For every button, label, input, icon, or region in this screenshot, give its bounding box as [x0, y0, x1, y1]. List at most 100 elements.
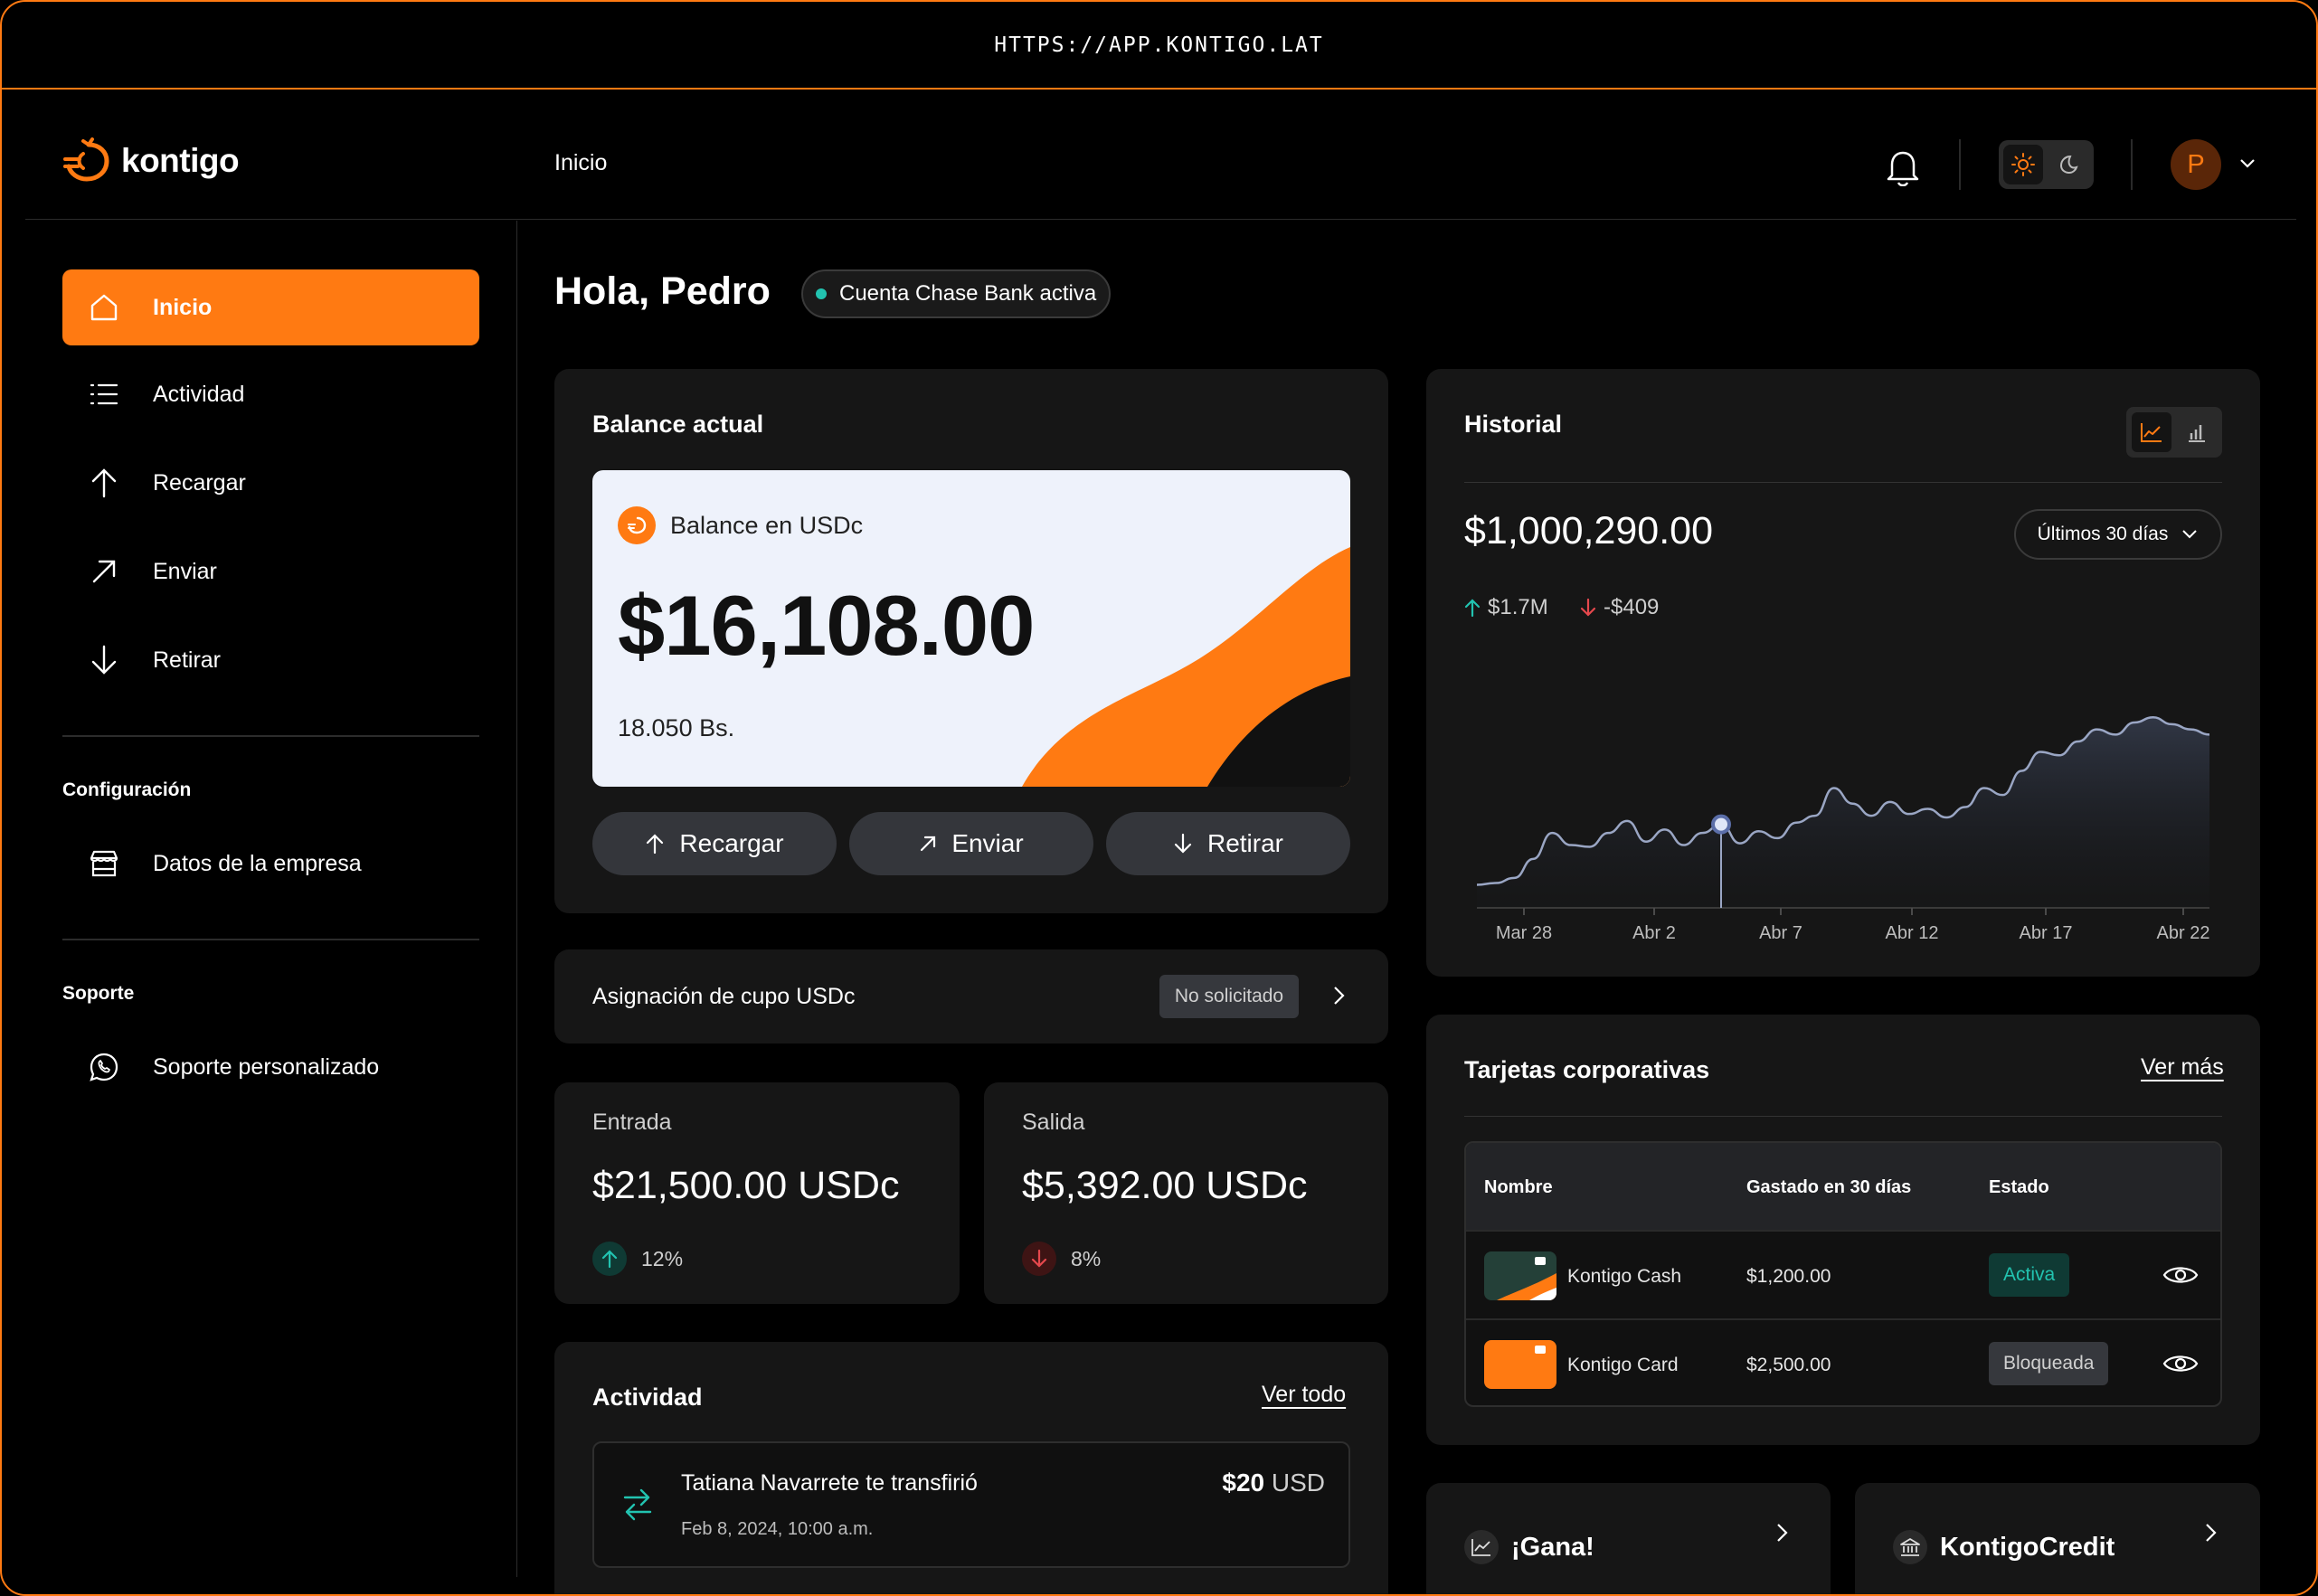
avatar[interactable]: P [2171, 139, 2221, 190]
app-window: HTTPS://APP.KONTIGO.LAT kontigo Inicio P… [0, 0, 2318, 1596]
kontigo-coin-icon [618, 506, 656, 544]
header-divider [1959, 139, 1961, 190]
chevron-right-icon [1777, 1524, 1788, 1542]
x-tick-label: Abr 17 [2020, 923, 2073, 943]
light-mode-option[interactable] [2003, 145, 2043, 184]
kontigo-logo-icon [63, 137, 109, 182]
home-icon [90, 294, 118, 321]
sidebar-item-inicio[interactable]: Inicio [62, 269, 479, 345]
balance-amount: $16,108.00 [618, 578, 1035, 673]
chevron-right-icon [1334, 987, 1345, 1005]
historial-up-value: $1.7M [1488, 595, 1548, 619]
card-thumbnail [1484, 1251, 1556, 1300]
entrada-card: Entrada $21,500.00 USDc 12% [554, 1082, 960, 1304]
cupo-row[interactable]: Asignación de cupo USDc No solicitado [554, 949, 1388, 1044]
chart-type-toggle[interactable] [2126, 407, 2222, 458]
historial-card: Historial $1,000,290.00 Últimos 30 días … [1426, 369, 2260, 977]
chevron-down-icon [2182, 530, 2198, 539]
bar-chart-option[interactable] [2177, 412, 2217, 452]
line-chart-icon [2141, 423, 2162, 442]
arrow-up-right-icon [92, 560, 116, 583]
gana-card[interactable]: ¡Gana! [1426, 1483, 1831, 1594]
salida-amount: $5,392.00 USDc [1022, 1164, 1308, 1207]
bar-chart-icon [2189, 425, 2205, 442]
sidebar-item-soporte[interactable]: Soporte personalizado [62, 1029, 479, 1105]
sidebar-item-label: Actividad [153, 381, 245, 407]
eye-icon[interactable] [2162, 1350, 2199, 1377]
bank-status-text: Cuenta Chase Bank activa [839, 281, 1097, 306]
entrada-pct: 12% [641, 1246, 684, 1270]
sidebar-item-label: Recargar [153, 469, 246, 496]
kontigo-logo[interactable]: kontigo [61, 137, 240, 184]
status-dot-icon [816, 288, 827, 299]
activity-amount: $20 USD [1222, 1469, 1325, 1497]
tarjetas-card: Tarjetas corporativas Ver más Nombre Gas… [1426, 1015, 2260, 1445]
whatsapp-icon [90, 1053, 118, 1081]
chevron-right-icon [2206, 1524, 2217, 1542]
kontigo-wordmark: kontigo [121, 142, 240, 179]
sidebar-item-actividad[interactable]: Actividad [62, 356, 479, 432]
arrow-down-icon [1174, 833, 1192, 854]
sidebar-item-label: Inicio [153, 294, 213, 320]
ver-mas-link[interactable]: Ver más [2141, 1054, 2224, 1081]
tarjetas-title: Tarjetas corporativas [1464, 1056, 1710, 1083]
table-row[interactable]: Kontigo Cash $1,200.00 Activa [1466, 1230, 2220, 1318]
sidebar-item-recargar[interactable]: Recargar [62, 445, 479, 521]
x-tick-label: Abr 22 [2157, 923, 2210, 943]
x-tick-label: Abr 7 [1759, 923, 1802, 943]
enviar-label: Enviar [951, 829, 1024, 857]
historial-down: -$409 [1580, 595, 1659, 620]
x-tick-label: Mar 28 [1496, 923, 1552, 943]
salida-pct: 8% [1071, 1246, 1102, 1270]
card-spent: $1,200.00 [1746, 1266, 1831, 1287]
cards-table: Nombre Gastado en 30 días Estado Kontigo… [1464, 1141, 2222, 1407]
sidebar-item-retirar[interactable]: Retirar [62, 622, 479, 698]
trend-icon [1464, 1530, 1499, 1564]
store-icon [90, 850, 118, 877]
actividad-title: Actividad [592, 1384, 703, 1411]
chart-area [1477, 717, 2209, 908]
status-badge: Activa [1989, 1253, 2070, 1297]
chart-highlight-point[interactable] [1711, 814, 1731, 835]
card-spent: $2,500.00 [1746, 1355, 1831, 1375]
notifications-bell-icon[interactable] [1885, 146, 1921, 191]
recargar-button[interactable]: Recargar [592, 812, 837, 875]
arrow-down-icon [1580, 598, 1596, 617]
theme-toggle[interactable] [1999, 140, 2094, 189]
balance-label: Balance en USDc [618, 506, 863, 544]
arrow-up-icon [1464, 599, 1481, 618]
balance-secondary: 18.050 Bs. [618, 714, 735, 741]
gana-label: ¡Gana! [1464, 1530, 1594, 1564]
chevron-down-icon[interactable] [2238, 154, 2257, 178]
card-name: Kontigo Card [1567, 1355, 1679, 1375]
salida-change: 8% [1022, 1242, 1101, 1276]
retirar-button[interactable]: Retirar [1106, 812, 1350, 875]
ver-todo-link[interactable]: Ver todo [1262, 1382, 1346, 1408]
historial-total: $1,000,290.00 [1464, 509, 1713, 552]
line-chart-option[interactable] [2132, 412, 2171, 452]
arrow-up-icon [91, 468, 117, 498]
historial-up: $1.7M [1464, 595, 1548, 620]
kontigocredit-card[interactable]: KontigoCredit [1855, 1483, 2260, 1594]
sidebar-divider [62, 939, 479, 940]
table-row[interactable]: Kontigo Card $2,500.00 Bloqueada [1466, 1318, 2220, 1405]
column-header: Gastado en 30 días [1746, 1177, 1912, 1197]
moon-icon [2059, 155, 2078, 175]
eye-icon[interactable] [2162, 1261, 2199, 1289]
page-title: Hola, Pedro [554, 269, 771, 313]
status-badge: Bloqueada [1989, 1342, 2109, 1385]
url-bar[interactable]: HTTPS://APP.KONTIGO.LAT [2, 2, 2316, 90]
balance-title: Balance actual [592, 411, 764, 438]
sidebar-item-datos-empresa[interactable]: Datos de la empresa [62, 826, 479, 902]
dark-mode-option[interactable] [2048, 145, 2088, 184]
historial-chart[interactable]: Mar 28 Abr 2 Abr 7 Abr 12 Abr 17 Abr 22 [1464, 640, 2222, 957]
cupo-status-badge: No solicitado [1159, 975, 1299, 1018]
activity-item[interactable]: Tatiana Navarrete te transfirió Feb 8, 2… [592, 1441, 1350, 1568]
breadcrumb: Inicio [554, 150, 608, 175]
range-select[interactable]: Últimos 30 días [2014, 509, 2222, 560]
recargar-label: Recargar [679, 829, 784, 857]
enviar-button[interactable]: Enviar [849, 812, 1093, 875]
sidebar-item-enviar[interactable]: Enviar [62, 534, 479, 609]
list-icon [90, 383, 118, 405]
table-header: Nombre Gastado en 30 días Estado [1466, 1143, 2220, 1230]
